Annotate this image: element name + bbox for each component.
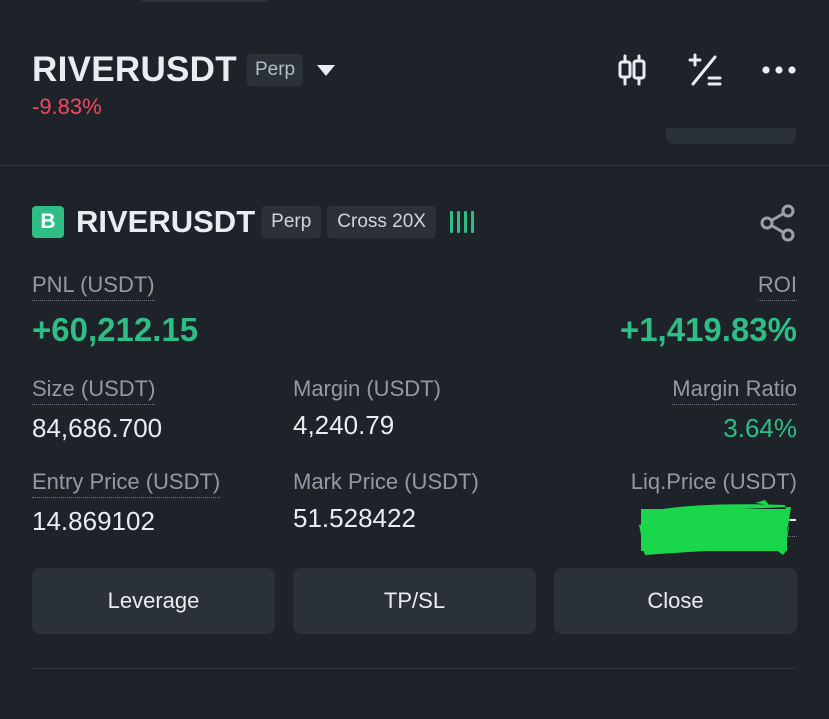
header-actions [577, 52, 797, 88]
position-title-row: B RIVERUSDT Perp Cross 20X [32, 200, 797, 244]
close-position-button[interactable]: Close [554, 568, 797, 634]
calculator-icon[interactable] [687, 52, 723, 88]
mark-price-label: Mark Price (USDT) [293, 469, 479, 494]
leverage-button[interactable]: Leverage [32, 568, 275, 634]
liq-price-label: Liq.Price (USDT) [630, 469, 797, 494]
price-change: -9.83% [32, 94, 102, 119]
tpsl-button[interactable]: TP/SL [293, 568, 536, 634]
redaction-scribble [639, 500, 791, 555]
side-badge: B [32, 206, 64, 238]
market-header: RIVERUSDT Perp -9.83% [32, 50, 797, 120]
margin-ratio-label[interactable]: Margin Ratio [672, 376, 797, 405]
pnl-label[interactable]: PNL (USDT) [32, 272, 155, 301]
collapsed-panel-tab [666, 128, 796, 144]
margin-label: Margin (USDT) [293, 376, 441, 401]
contract-type-tag: Perp [261, 206, 322, 238]
size-value: 84,686.700 [32, 413, 163, 443]
entry-price-value: 14.869102 [32, 506, 155, 536]
margin-mode-tag[interactable]: Cross 20X [327, 206, 436, 238]
section-divider [0, 165, 829, 166]
roi-label[interactable]: ROI [757, 272, 797, 301]
margin-ratio-value: 3.64% [723, 413, 797, 443]
roi-value: +1,419.83% [619, 311, 797, 348]
pnl-row: PNL (USDT) +60,212.15 ROI +1,419.83% [32, 272, 797, 352]
mark-price-value: 51.528422 [293, 503, 416, 533]
bottom-divider [32, 668, 797, 669]
top-handle [140, 0, 270, 2]
share-icon[interactable] [759, 204, 797, 247]
caret-down-icon[interactable] [317, 64, 336, 76]
position-card: B RIVERUSDT Perp Cross 20X PNL (USDT) +6… [32, 200, 797, 634]
pnl-value: +60,212.15 [32, 311, 199, 348]
entry-price-label[interactable]: Entry Price (USDT) [32, 469, 221, 498]
adl-indicator-icon[interactable] [449, 211, 474, 233]
contract-type-tag: Perp [246, 54, 304, 86]
action-buttons: Leverage TP/SL Close [32, 568, 797, 634]
size-label[interactable]: Size (USDT) [32, 376, 156, 405]
market-symbol: RIVERUSDT [32, 50, 237, 89]
margin-value: 4,240.79 [293, 410, 395, 440]
more-icon[interactable] [761, 65, 797, 75]
candlestick-chart-icon[interactable] [615, 53, 649, 87]
position-symbol[interactable]: RIVERUSDT [76, 204, 255, 240]
